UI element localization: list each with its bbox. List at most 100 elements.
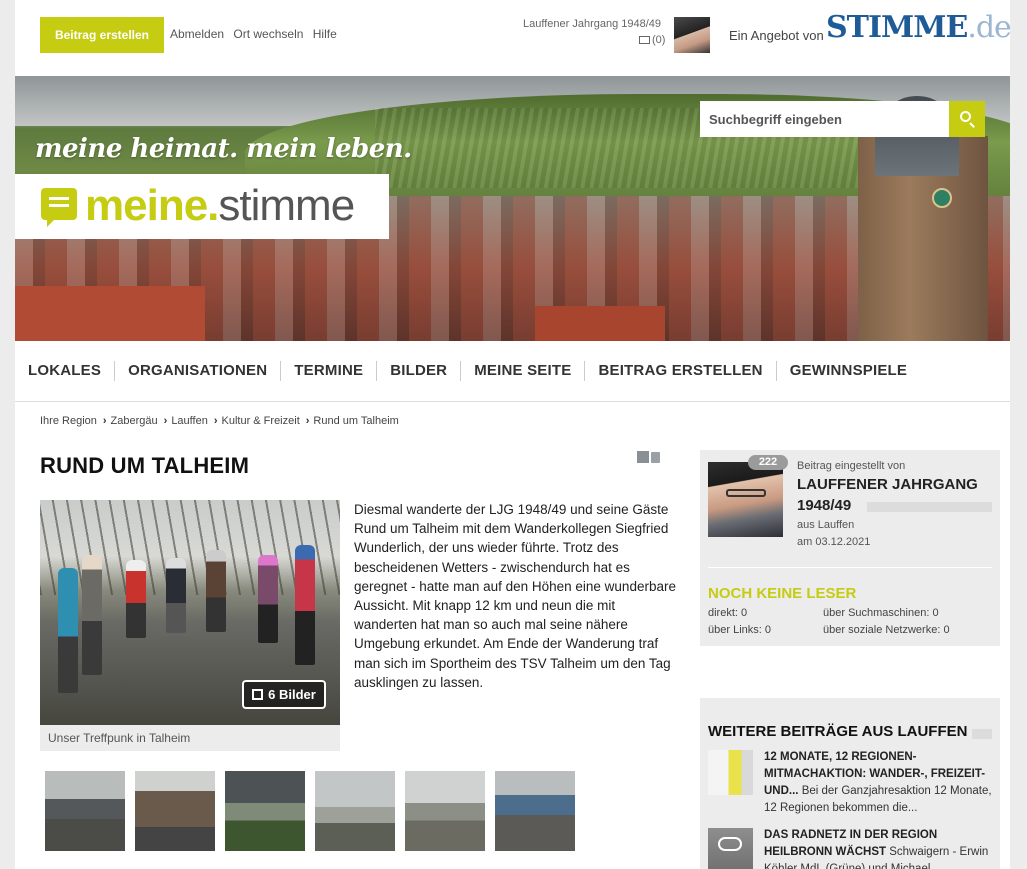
author-avatar[interactable] bbox=[708, 462, 783, 537]
stimme-logo-main: STIMME bbox=[826, 10, 968, 45]
search-icon-handle bbox=[969, 122, 975, 128]
post-date: am 03.12.2021 bbox=[797, 536, 871, 548]
user-name[interactable]: Lauffener Jahrgang 1948/49 bbox=[523, 18, 661, 30]
nav-organisationen[interactable]: ORGANISATIONEN bbox=[115, 361, 282, 381]
gallery-thumbnail[interactable] bbox=[135, 771, 215, 851]
article-tools bbox=[637, 450, 660, 468]
brand-dot: . bbox=[207, 181, 219, 230]
photo-person bbox=[258, 555, 278, 643]
chevron-right-icon: › bbox=[102, 415, 107, 427]
author-location: aus Lauffen bbox=[797, 519, 855, 531]
stimme-logo-tld: .de bbox=[967, 10, 1010, 45]
top-bar: Beitrag erstellen Abmelden Ort wechseln … bbox=[15, 0, 1010, 76]
article-body: Diesmal wanderte der LJG 1948/49 und sei… bbox=[354, 502, 676, 690]
brand-part2: stimme bbox=[218, 181, 355, 230]
title-bar bbox=[972, 729, 992, 739]
readers-links: über Links: 0 bbox=[708, 624, 771, 636]
speech-bubble-icon bbox=[41, 188, 77, 227]
hero-banner: meine heimat. mein leben. meine.stimme bbox=[15, 76, 1010, 341]
more-posts-box: WEITERE BEITRÄGE AUS LAUFFEN 12 MONATE, … bbox=[700, 698, 1000, 869]
author-name[interactable]: LAUFFENER JAHRGANG bbox=[797, 476, 978, 493]
photo-person bbox=[82, 555, 102, 675]
photo-person bbox=[206, 550, 226, 632]
clock-icon bbox=[932, 188, 952, 208]
hero-roof bbox=[15, 286, 205, 341]
user-messages[interactable]: (0) bbox=[639, 34, 665, 46]
main-photo[interactable]: 6 Bilder bbox=[40, 500, 340, 725]
gallery-thumbnail[interactable] bbox=[405, 771, 485, 851]
create-post-button[interactable]: Beitrag erstellen bbox=[40, 17, 164, 53]
photo-person bbox=[126, 560, 146, 638]
breadcrumb-item[interactable]: Ihre Region bbox=[40, 415, 97, 427]
chevron-right-icon: › bbox=[163, 415, 168, 427]
gallery-thumbnail[interactable] bbox=[495, 771, 575, 851]
nav-bilder[interactable]: BILDER bbox=[377, 361, 462, 381]
more-posts-title: WEITERE BEITRÄGE AUS LAUFFEN bbox=[708, 723, 968, 740]
photo-person bbox=[58, 568, 78, 693]
news-teaser: Bei der Ganzjahresaktion 12 Monate, 12 R… bbox=[764, 785, 992, 814]
readers-direct: direkt: 0 bbox=[708, 607, 748, 619]
breadcrumb-item[interactable]: Lauffen bbox=[171, 415, 208, 427]
news-item[interactable]: DAS RADNETZ IN DER REGION HEILBRONN WÄCH… bbox=[764, 827, 996, 869]
readers-social: über soziale Netzwerke: 0 bbox=[823, 624, 950, 636]
divider bbox=[708, 567, 992, 568]
author-level-bar bbox=[867, 502, 992, 512]
nav-meine-seite[interactable]: MEINE SEITE bbox=[461, 361, 586, 381]
logout-link[interactable]: Abmelden bbox=[170, 27, 224, 41]
brand-part1: meine bbox=[85, 181, 208, 230]
change-location-link[interactable]: Ort wechseln bbox=[233, 27, 303, 41]
trash-icon[interactable] bbox=[651, 452, 660, 463]
help-link[interactable]: Hilfe bbox=[313, 27, 337, 41]
stimme-logo[interactable]: STIMME.de bbox=[826, 10, 1010, 45]
nav-lokales[interactable]: LOKALES bbox=[15, 361, 116, 381]
chevron-right-icon: › bbox=[305, 415, 310, 427]
envelope-icon bbox=[639, 36, 650, 44]
author-box: 222 Beitrag eingestellt von LAUFFENER JA… bbox=[700, 450, 1000, 646]
search-input[interactable] bbox=[700, 101, 949, 137]
breadcrumb-current: Rund um Talheim bbox=[313, 415, 399, 427]
photo-caption: Unser Treffpunk in Talheim bbox=[40, 725, 340, 751]
brand-text: meine.stimme bbox=[85, 178, 355, 234]
mail-count: (0) bbox=[652, 34, 666, 46]
breadcrumb: Ihre Region › Zabergäu › Lauffen › Kultur & Fr… bbox=[40, 415, 399, 427]
breadcrumb-item[interactable]: Kultur & Freizeit bbox=[222, 415, 300, 427]
breadcrumb-item[interactable]: Zabergäu bbox=[111, 415, 158, 427]
gallery-thumbnail[interactable] bbox=[225, 771, 305, 851]
gallery-thumbnail[interactable] bbox=[315, 771, 395, 851]
user-avatar[interactable] bbox=[674, 17, 710, 53]
post-count-badge: 222 bbox=[748, 455, 788, 470]
slogan: meine heimat. mein leben. bbox=[35, 134, 412, 164]
news-thumbnail[interactable] bbox=[708, 828, 753, 869]
gallery-button[interactable]: 6 Bilder bbox=[242, 680, 326, 709]
meine-stimme-logo[interactable]: meine.stimme bbox=[15, 174, 389, 239]
chevron-right-icon: › bbox=[213, 415, 218, 427]
speech-bubble-line bbox=[49, 197, 69, 200]
page: Beitrag erstellen Abmelden Ort wechseln … bbox=[15, 0, 1010, 869]
posted-by-label: Beitrag eingestellt von bbox=[797, 460, 906, 472]
nav-gewinnspiele[interactable]: GEWINNSPIELE bbox=[777, 361, 920, 381]
photo-person bbox=[295, 545, 315, 665]
offer-label: Ein Angebot von bbox=[729, 28, 824, 43]
author-name-line2[interactable]: 1948/49 bbox=[797, 497, 851, 514]
nav-beitrag-erstellen[interactable]: BEITRAG ERSTELLEN bbox=[585, 361, 777, 381]
glasses-detail bbox=[726, 489, 766, 497]
gallery-icon bbox=[252, 689, 264, 700]
search-icon bbox=[960, 111, 971, 122]
main-nav: LOKALES ORGANISATIONEN TERMINE BILDER ME… bbox=[15, 341, 1010, 402]
search-box bbox=[700, 101, 985, 137]
edit-icon[interactable] bbox=[637, 451, 649, 463]
gallery-thumbnail[interactable] bbox=[45, 771, 125, 851]
photo-person bbox=[166, 558, 186, 633]
readers-title: NOCH KEINE LESER bbox=[708, 585, 857, 602]
gallery-count: 6 Bilder bbox=[268, 687, 316, 702]
article-title: RUND UM TALHEIM bbox=[40, 453, 250, 478]
bicycle-icon bbox=[718, 837, 742, 851]
nav-termine[interactable]: TERMINE bbox=[281, 361, 378, 381]
top-links: Abmelden Ort wechseln Hilfe bbox=[170, 27, 343, 41]
hero-roof bbox=[535, 306, 665, 341]
readers-search: über Suchmaschinen: 0 bbox=[823, 607, 939, 619]
news-thumbnail[interactable] bbox=[708, 750, 753, 795]
search-button[interactable] bbox=[949, 101, 985, 137]
speech-bubble-line bbox=[49, 204, 69, 207]
news-item[interactable]: 12 MONATE, 12 REGIONEN-MITMACHAKTION: WA… bbox=[764, 749, 992, 817]
